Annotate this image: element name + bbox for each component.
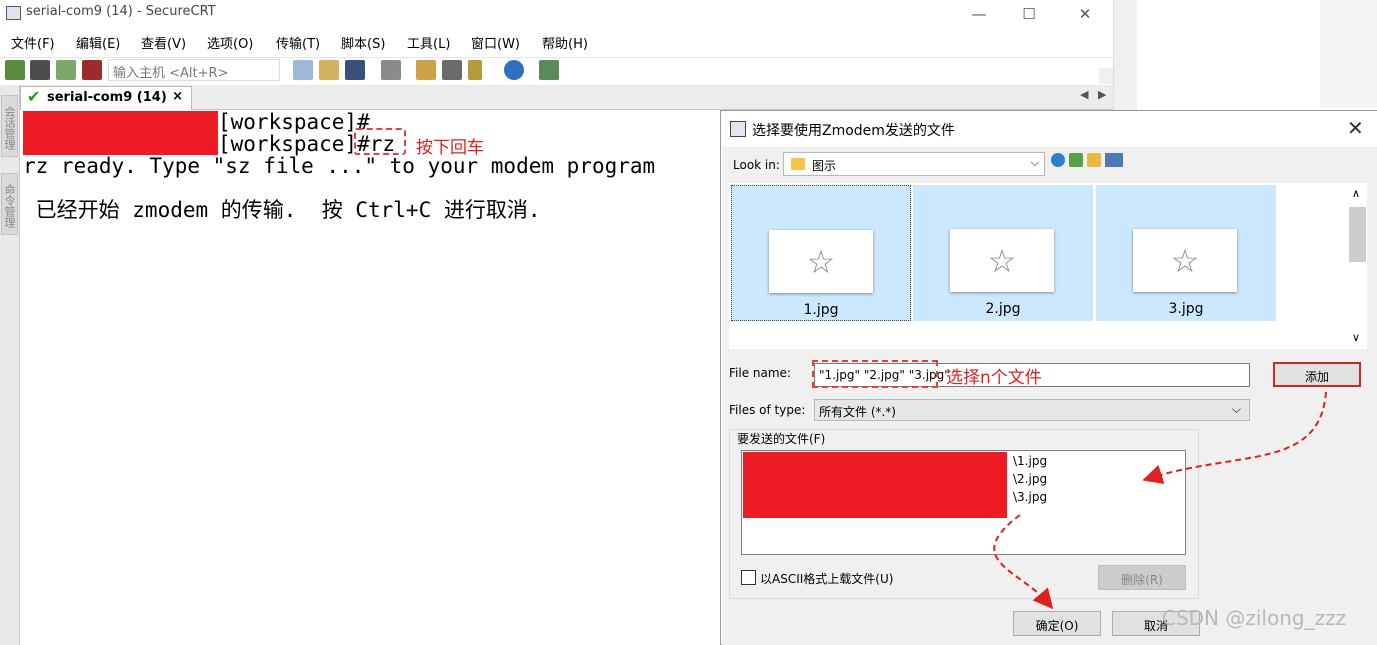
image-thumbnail-icon: ☆ [769,230,873,293]
terminal-line-1-text: [workspace]# [218,110,370,134]
redacted-area [23,133,218,155]
redacted-area [23,111,218,133]
scrollbar-thumb[interactable] [1349,207,1366,262]
host-input[interactable]: 输入主机 <Alt+R> [108,59,280,81]
image-thumbnail-icon: ☆ [950,229,1054,292]
terminal-line-2: [workspace]#rz [23,133,395,155]
paste-icon[interactable] [319,60,339,80]
file-item-2[interactable]: ☆ 2.jpg [913,185,1093,321]
terminal-line-4: 已经开始 zmodem 的传输. 按 Ctrl+C 进行取消. [23,198,541,222]
terminal-line-3: rz ready. Type "sz file ..." to your mod… [23,154,656,178]
folder-icon [791,158,805,170]
file-name: 2.jpg [985,301,1021,317]
menu-script[interactable]: 脚本(S) [341,30,385,52]
filetype-select[interactable]: 所有文件 (*.*) ⌵ [814,399,1250,421]
up-folder-icon[interactable] [1069,153,1083,167]
toolbar-overflow-button[interactable] [1099,68,1113,84]
ascii-checkbox[interactable] [741,570,756,585]
tab-scroll-left-icon[interactable]: ◀ [1080,88,1088,101]
redacted-area [743,452,1007,518]
file-item-1[interactable]: ☆ 1.jpg [731,185,911,321]
terminal-line-1: [workspace]# [23,111,370,133]
send-files-label: 要发送的文件(F) [735,430,828,447]
watermark: CSDN @zilong_zzz [1162,606,1347,630]
menu-transfer[interactable]: 传输(T) [276,30,320,52]
chevron-down-icon: ⌵ [1231,402,1241,416]
view-menu-icon[interactable] [1105,153,1123,167]
global-options-icon[interactable] [442,60,462,80]
left-sidebar: 会话管理 命令管理 [0,85,20,645]
new-folder-icon[interactable] [1087,153,1101,167]
ok-button[interactable]: 确定(O) [1013,611,1101,636]
tab-scroll-right-icon[interactable]: ▶ [1098,88,1106,101]
filename-highlight-box [812,360,938,388]
quick-connect-icon[interactable] [30,60,50,80]
terminal-area[interactable]: [workspace]# [workspace]#rz rz ready. Ty… [21,111,720,641]
lookin-label: Look in: [733,158,780,172]
scroll-up-icon[interactable]: ∧ [1352,187,1360,200]
ascii-label: 以ASCII格式上载文件(U) [760,572,894,586]
close-button[interactable]: ✕ [1060,0,1110,27]
lookin-value: 图示 [812,159,837,173]
menu-file[interactable]: 文件(F) [11,30,55,52]
add-button[interactable]: 添加 [1273,362,1361,387]
send-file-row[interactable]: \2.jpg [1013,472,1047,486]
filetype-value: 所有文件 (*.*) [819,405,896,419]
file-item-3[interactable]: ☆ 3.jpg [1096,185,1276,321]
menu-window[interactable]: 窗口(W) [471,30,520,52]
menu-edit[interactable]: 编辑(E) [76,30,120,52]
copy-icon[interactable] [293,60,313,80]
securecrt-app-icon [6,6,21,20]
maximize-button[interactable]: ☐ [1004,0,1054,27]
dialog-app-icon [730,121,746,137]
dialog-close-icon[interactable]: ✕ [1347,116,1364,140]
delete-button[interactable]: 删除(R) [1098,565,1186,590]
connected-check-icon: ✔ [27,87,41,106]
send-file-row[interactable]: \1.jpg [1013,454,1047,468]
find-icon[interactable] [345,60,365,80]
command-manager-tab[interactable]: 命令管理 [1,173,18,235]
menu-help[interactable]: 帮助(H) [542,30,588,52]
menu-options[interactable]: 选项(O) [207,30,253,52]
press-enter-annotation: 按下回车 [416,138,484,158]
tab-label: serial-com9 (14) [47,90,167,105]
file-name: 3.jpg [1168,301,1204,317]
rz-highlight-box [354,128,406,155]
reconnect-icon[interactable] [56,60,76,80]
session-manager-tab[interactable]: 会话管理 [1,95,18,157]
disconnect-icon[interactable] [82,60,102,80]
connect-icon[interactable] [5,60,25,80]
window-title: serial-com9 (14) - SecureCRT [26,4,216,19]
dialog-titlebar: 选择要使用Zmodem发送的文件 ✕ [721,111,1377,147]
image-thumbnail-icon: ☆ [1133,229,1237,292]
send-file-row[interactable]: \3.jpg [1013,490,1047,504]
background-window [1320,0,1377,108]
lookin-select[interactable]: 图示 ⌵ [783,152,1045,176]
tab-serial-com9[interactable]: ✔ serial-com9 (14) × [20,86,192,110]
chevron-down-icon: ⌵ [1030,156,1039,169]
print-icon[interactable] [381,60,401,80]
select-files-annotation: 选择n个文件 [946,368,1042,388]
tab-close-icon[interactable]: × [172,89,183,104]
minimize-button[interactable]: — [954,0,1004,27]
filename-label: File name: [729,366,791,380]
menu-bar: 文件(F) 编辑(E) 查看(V) 选项(O) 传输(T) 脚本(S) 工具(L… [0,30,1113,56]
filetype-label: Files of type: [729,403,806,417]
dialog-title: 选择要使用Zmodem发送的文件 [752,123,955,139]
help-icon[interactable] [504,60,524,80]
main-window-scrollbar[interactable] [1113,0,1137,110]
navigation-icons [1049,153,1133,171]
file-list-scrollbar[interactable]: ∧ ∨ [1349,185,1366,349]
scroll-down-icon[interactable]: ∨ [1352,331,1360,344]
menu-tools[interactable]: 工具(L) [407,30,450,52]
session-options-icon[interactable] [416,60,436,80]
file-name: 1.jpg [803,302,839,318]
back-icon[interactable] [1051,153,1065,167]
window-titlebar: serial-com9 (14) - SecureCRT — ☐ ✕ [0,0,1113,27]
key-icon[interactable] [468,60,482,80]
menu-view[interactable]: 查看(V) [141,30,186,52]
sftp-icon[interactable] [539,60,559,80]
